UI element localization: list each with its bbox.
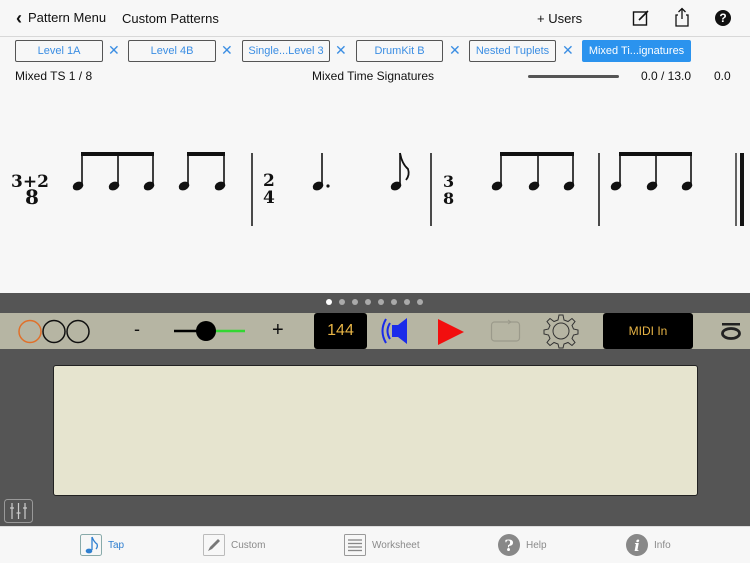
close-tab-icon[interactable]: ✕ xyxy=(449,42,461,58)
tab-tap[interactable]: Tap xyxy=(80,534,124,556)
settings-gear-icon[interactable] xyxy=(542,313,580,349)
page-dot[interactable] xyxy=(378,299,384,305)
tab-single-level-3[interactable]: Single...Level 3 xyxy=(242,40,330,62)
svg-text:?: ? xyxy=(504,536,513,555)
count-in-circle[interactable] xyxy=(18,319,42,344)
beamed-eighth-notes xyxy=(72,152,155,191)
page-dot[interactable] xyxy=(417,299,423,305)
help-icon[interactable]: ? xyxy=(714,9,732,27)
page-dot[interactable] xyxy=(404,299,410,305)
back-label: Pattern Menu xyxy=(28,10,107,25)
share-icon[interactable] xyxy=(673,7,691,28)
pattern-position: Mixed TS 1 / 8 xyxy=(15,69,93,83)
beamed-eighth-notes xyxy=(610,152,693,191)
count-in-circle[interactable] xyxy=(42,319,66,344)
add-users-button[interactable]: + Users xyxy=(537,11,582,26)
bottom-tab-bar: Tap Custom Worksheet ? Help i Info xyxy=(0,526,750,563)
tab-nested-tuplets[interactable]: Nested Tuplets xyxy=(469,40,556,62)
close-tab-icon[interactable]: ✕ xyxy=(108,42,120,58)
play-icon[interactable] xyxy=(436,318,466,346)
question-icon: ? xyxy=(498,534,520,556)
final-barline xyxy=(735,153,744,226)
tab-help-label: Help xyxy=(526,539,547,551)
page-dot[interactable] xyxy=(339,299,345,305)
page-title: Custom Patterns xyxy=(122,11,219,26)
close-tab-icon[interactable]: ✕ xyxy=(221,42,233,58)
tab-info-label: Info xyxy=(654,539,671,551)
svg-text:?: ? xyxy=(719,11,726,25)
tab-level-4b[interactable]: Level 4B xyxy=(128,40,216,62)
time-signature-bottom: 8 xyxy=(443,189,454,208)
music-score: 3+2 8 2 4 3 8 xyxy=(0,86,750,293)
tab-drumkit-b[interactable]: DrumKit B xyxy=(356,40,443,62)
tempo-slider[interactable] xyxy=(172,320,247,342)
dotted-quarter-note xyxy=(312,153,330,191)
eighth-note xyxy=(390,152,410,191)
playback-progress-bar[interactable] xyxy=(528,75,619,78)
pencil-icon xyxy=(203,534,225,556)
whole-note-icon[interactable] xyxy=(720,322,742,340)
tab-custom-label: Custom xyxy=(231,539,266,551)
score-staff: 3+2 8 2 4 3 8 xyxy=(11,152,744,226)
speaker-icon[interactable] xyxy=(378,316,412,346)
tab-custom[interactable]: Custom xyxy=(203,534,265,556)
loop-icon[interactable] xyxy=(490,319,522,344)
playback-toolbar: - + 144 MIDI In xyxy=(0,313,750,349)
pattern-name: Mixed Time Signatures xyxy=(312,69,435,83)
back-button[interactable]: ‹ Pattern Menu xyxy=(16,7,107,28)
count-in-circle[interactable] xyxy=(66,319,90,344)
page-indicator[interactable] xyxy=(326,299,423,305)
compose-icon[interactable] xyxy=(632,9,650,27)
tab-worksheet-label: Worksheet xyxy=(372,539,420,551)
tempo-field[interactable]: 144 xyxy=(314,313,367,349)
pattern-info-row: Mixed TS 1 / 8 Mixed Time Signatures 0.0… xyxy=(0,66,750,86)
navigation-bar: ‹ Pattern Menu Custom Patterns + Users ? xyxy=(0,0,750,37)
tab-info[interactable]: i Info xyxy=(626,534,671,556)
count-in-selector[interactable] xyxy=(17,319,92,344)
tab-help[interactable]: ? Help xyxy=(498,534,547,556)
tempo-decrease-button[interactable]: - xyxy=(134,319,140,340)
page-dot[interactable] xyxy=(352,299,358,305)
tab-worksheet[interactable]: Worksheet xyxy=(344,534,420,556)
tab-level-1a[interactable]: Level 1A xyxy=(15,40,103,62)
eighth-note-icon xyxy=(80,534,102,556)
tab-tap-label: Tap xyxy=(108,539,125,551)
page-dot[interactable] xyxy=(365,299,371,305)
time-signature-bottom: 8 xyxy=(25,185,39,209)
beamed-eighth-notes xyxy=(178,152,226,191)
mixer-icon[interactable] xyxy=(4,499,33,523)
tap-input-pad[interactable] xyxy=(53,365,698,496)
slider-thumb[interactable] xyxy=(196,321,216,341)
pattern-tabs: Level 1A ✕ Level 4B ✕ Single...Level 3 ✕… xyxy=(0,37,750,66)
midi-in-button[interactable]: MIDI In xyxy=(603,313,693,349)
beamed-eighth-notes xyxy=(491,152,575,191)
list-icon xyxy=(344,534,366,556)
info-icon: i xyxy=(626,534,648,556)
svg-text:i: i xyxy=(634,537,640,555)
score-readout: 0.0 xyxy=(714,69,731,83)
chevron-left-icon: ‹ xyxy=(16,7,22,28)
tab-mixed-time-signatures[interactable]: Mixed Ti...ignatures xyxy=(582,40,691,62)
time-signature-bottom: 4 xyxy=(263,188,275,208)
close-tab-icon[interactable]: ✕ xyxy=(562,42,574,58)
close-tab-icon[interactable]: ✕ xyxy=(335,42,347,58)
page-dot[interactable] xyxy=(391,299,397,305)
page-dot[interactable] xyxy=(326,299,332,305)
time-readout: 0.0 / 13.0 xyxy=(641,69,692,83)
tempo-increase-button[interactable]: + xyxy=(272,319,284,342)
